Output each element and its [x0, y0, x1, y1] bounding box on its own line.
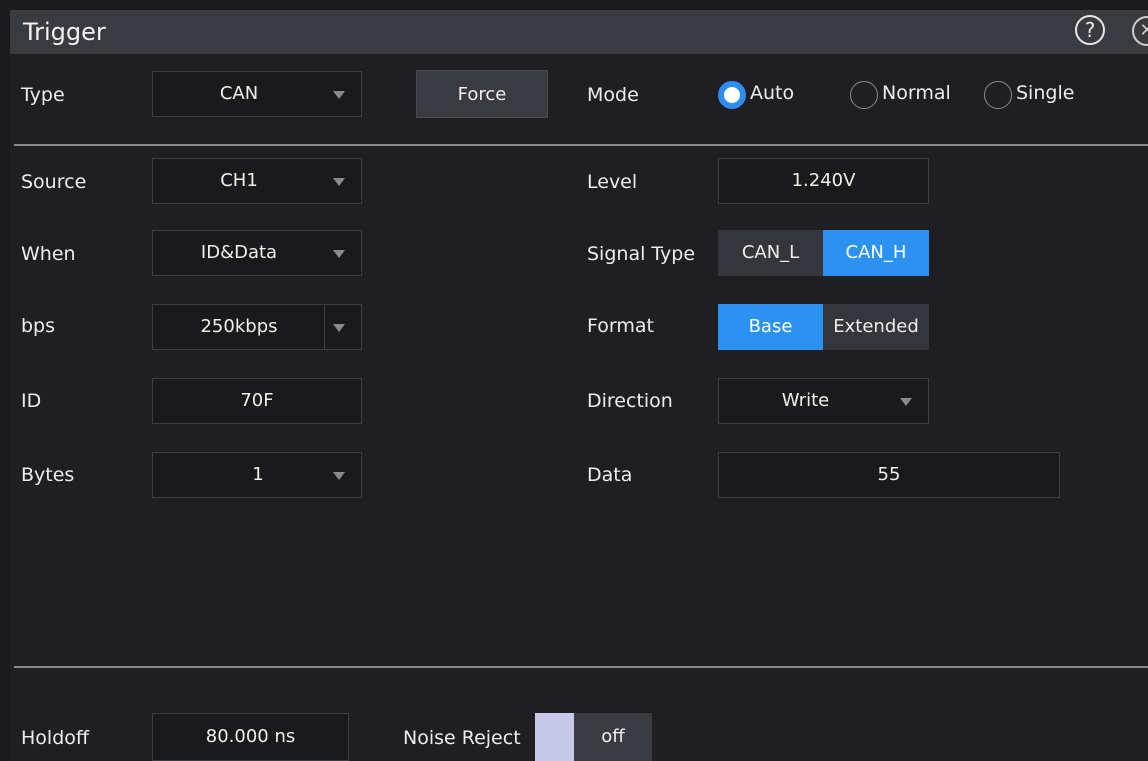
signal-type-can-h[interactable]: CAN_H: [823, 230, 929, 276]
mode-radio-single[interactable]: Single: [984, 80, 1094, 110]
direction-dropdown[interactable]: Write: [718, 378, 929, 424]
direction-label: Direction: [587, 390, 673, 412]
radio-unselected-icon: [850, 81, 878, 109]
level-input[interactable]: 1.240V: [718, 158, 929, 204]
section-divider: [14, 666, 1148, 668]
level-label: Level: [587, 171, 638, 193]
mode-radio-auto[interactable]: Auto: [718, 80, 828, 110]
chevron-down-icon: [900, 398, 912, 406]
force-button[interactable]: Force: [416, 70, 548, 118]
close-icon[interactable]: ✕: [1132, 16, 1148, 46]
data-label: Data: [587, 464, 633, 486]
signal-type-can-l[interactable]: CAN_L: [718, 230, 823, 276]
chevron-down-icon: [333, 91, 345, 99]
source-value: CH1: [220, 170, 258, 191]
help-icon[interactable]: ?: [1075, 15, 1105, 45]
data-value: 55: [877, 464, 901, 485]
signal-type-label: Signal Type: [587, 243, 696, 265]
holdoff-input[interactable]: 80.000 ns: [152, 713, 349, 761]
level-value: 1.240V: [791, 170, 856, 191]
when-label: When: [21, 243, 76, 265]
noise-reject-state[interactable]: off: [574, 713, 652, 761]
noise-reject-label: Noise Reject: [403, 727, 521, 749]
when-dropdown[interactable]: ID&Data: [152, 230, 362, 276]
window-title: Trigger: [23, 18, 106, 46]
radio-selected-icon: [718, 81, 746, 109]
bps-value: 250kbps: [200, 316, 278, 337]
dropdown-separator: [324, 305, 325, 349]
bytes-dropdown[interactable]: 1: [152, 452, 362, 498]
format-base[interactable]: Base: [718, 304, 823, 350]
section-divider: [14, 144, 1148, 146]
radio-unselected-icon: [984, 81, 1012, 109]
id-label: ID: [21, 390, 42, 412]
noise-reject-toggle[interactable]: [535, 713, 574, 761]
id-input[interactable]: 70F: [152, 378, 362, 424]
data-input[interactable]: 55: [718, 452, 1060, 498]
chevron-down-icon: [333, 472, 345, 480]
bytes-label: Bytes: [21, 464, 75, 486]
format-label: Format: [587, 315, 654, 337]
title-bar: Trigger ? ✕: [10, 10, 1148, 54]
chevron-down-icon: [333, 178, 345, 186]
chevron-down-icon: [333, 324, 345, 332]
bytes-value: 1: [252, 464, 264, 485]
mode-option-single: Single: [1016, 82, 1075, 104]
type-label: Type: [21, 84, 65, 106]
when-value: ID&Data: [200, 242, 278, 263]
mode-option-auto: Auto: [750, 82, 795, 104]
holdoff-value: 80.000 ns: [205, 726, 296, 747]
direction-value: Write: [781, 390, 830, 411]
mode-option-normal: Normal: [882, 82, 951, 104]
bps-dropdown[interactable]: 250kbps: [152, 304, 362, 350]
format-extended[interactable]: Extended: [823, 304, 929, 350]
id-value: 70F: [240, 390, 274, 411]
source-label: Source: [21, 171, 87, 193]
holdoff-label: Holdoff: [21, 727, 89, 749]
bps-label: bps: [21, 315, 56, 337]
type-dropdown[interactable]: CAN: [152, 71, 362, 117]
type-value: CAN: [219, 83, 259, 104]
mode-label: Mode: [587, 84, 639, 106]
chevron-down-icon: [333, 250, 345, 258]
source-dropdown[interactable]: CH1: [152, 158, 362, 204]
mode-radio-normal[interactable]: Normal: [850, 80, 970, 110]
